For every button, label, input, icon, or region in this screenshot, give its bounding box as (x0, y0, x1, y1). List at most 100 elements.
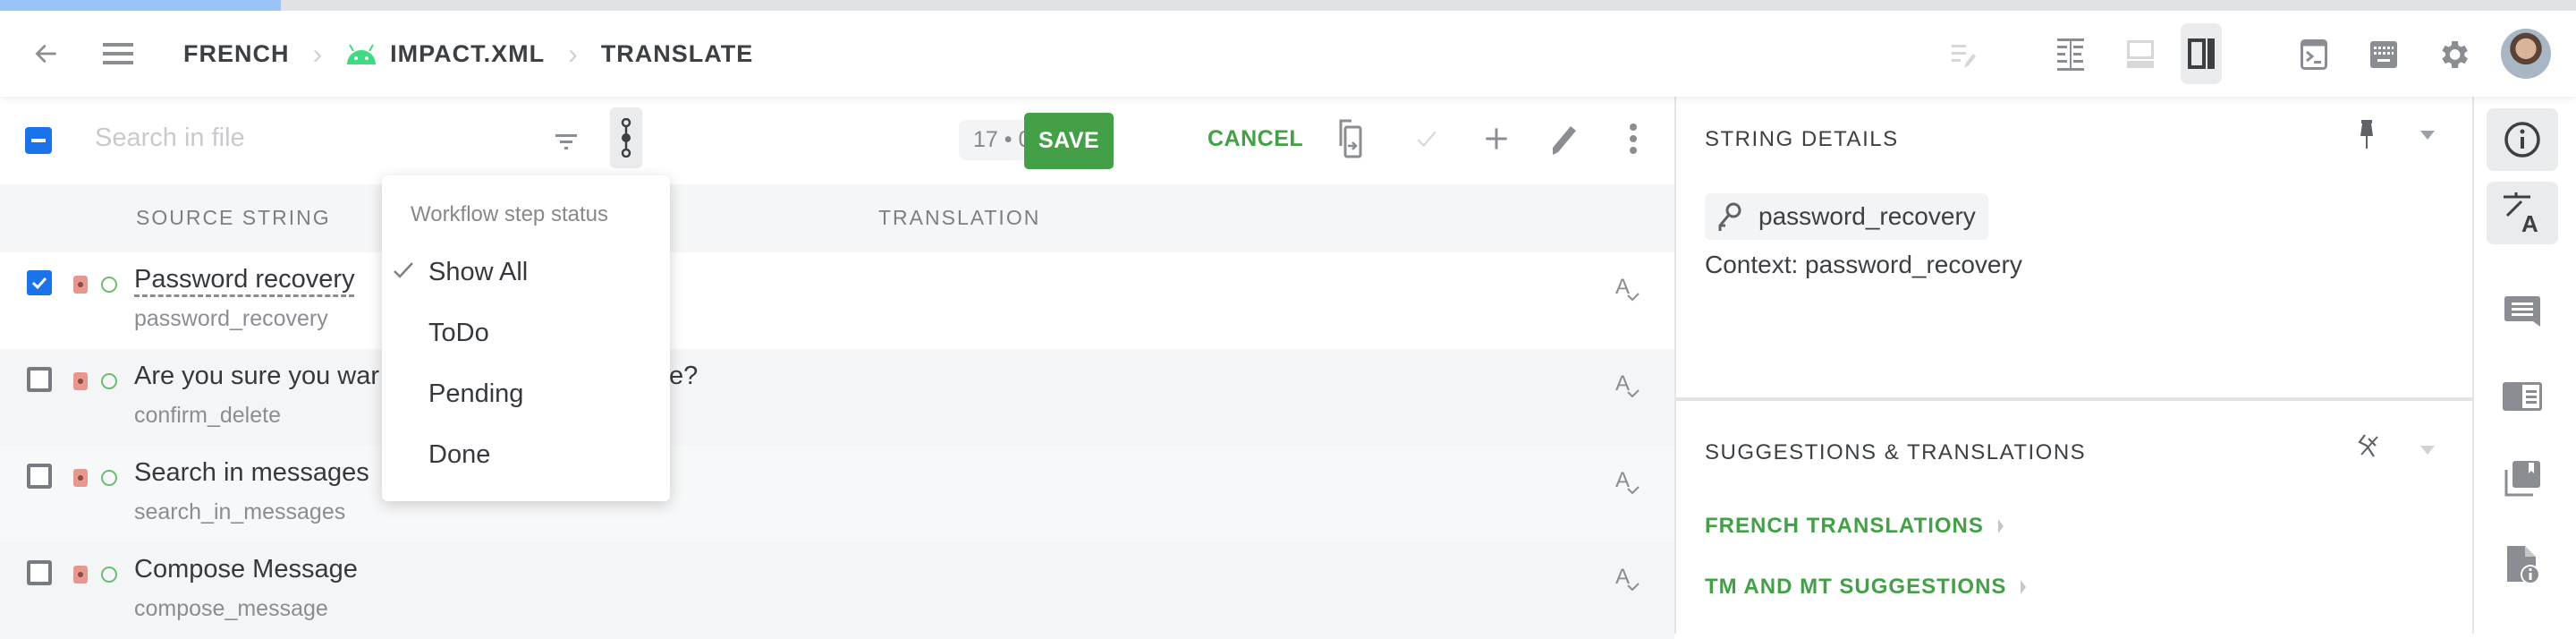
more-options-button[interactable] (1615, 116, 1651, 161)
tm-mt-suggestions-link[interactable]: TM AND MT SUGGESTIONS (1705, 575, 2028, 600)
svg-text:A: A (1615, 565, 1630, 589)
terminal-button[interactable] (2292, 32, 2336, 77)
checkmark-icon (394, 262, 413, 278)
filter-button[interactable] (544, 119, 589, 164)
spellcheck-button[interactable]: A (1615, 467, 1642, 502)
source-text-end: e? (669, 362, 699, 390)
keyboard-icon (2370, 41, 2397, 68)
dropdown-item-done[interactable]: Done (428, 440, 490, 470)
sidebar-layout-icon (2188, 38, 2215, 69)
source-text: Search in messages (134, 458, 369, 487)
add-button[interactable] (1474, 116, 1519, 161)
translation-column-header: TRANSLATION (878, 206, 1041, 229)
rail-glossary-button[interactable] (2487, 365, 2558, 428)
terminal-icon (2301, 39, 2327, 70)
workflow-status-icon (101, 567, 117, 583)
plus-icon (1486, 128, 1507, 149)
file-info-icon (2507, 546, 2539, 584)
breadcrumb-separator: › (312, 38, 323, 70)
breadcrumb-item-language[interactable]: FRENCH (183, 40, 290, 68)
back-button[interactable] (27, 38, 66, 70)
string-row[interactable]: Password recovery password_recovery A (0, 252, 1674, 349)
sidebar-layout-button[interactable] (2181, 23, 2222, 84)
workflow-icon (621, 118, 631, 158)
collapse-chevron-icon[interactable] (2420, 446, 2435, 455)
svg-text:A: A (1615, 275, 1630, 299)
checkmark-icon (1417, 131, 1436, 148)
translation-status-icon (73, 276, 88, 294)
top-bar: FRENCH › IMPACT.XML › TRANSLATE (0, 11, 2576, 97)
translation-status-icon (73, 469, 88, 487)
string-row[interactable]: Are you sure you war e? confirm_delete A (0, 349, 1674, 446)
breadcrumb-item-page: TRANSLATE (600, 40, 754, 67)
side-by-side-layout-icon (2057, 38, 2084, 71)
spellcheck-button[interactable]: A (1615, 371, 1642, 405)
dropdown-item-label: Pending (428, 379, 524, 408)
side-by-side-layout-button[interactable] (2048, 32, 2093, 77)
context-text: Context: password_recovery (1705, 251, 2022, 278)
search-input[interactable] (95, 124, 542, 153)
edit-button[interactable] (1542, 116, 1587, 161)
info-icon (2504, 122, 2540, 158)
spellcheck-icon: A (1615, 565, 1640, 592)
avatar[interactable] (2501, 29, 2551, 79)
collapse-chevron-icon[interactable] (2420, 131, 2435, 140)
dropdown-item-pending[interactable]: Pending (428, 379, 523, 409)
progress-fill (0, 0, 281, 11)
string-row[interactable]: Compose Message compose_message A (0, 542, 1674, 639)
menu-icon (103, 43, 133, 64)
spellcheck-button[interactable]: A (1615, 564, 1642, 599)
pencil-icon (1553, 126, 1576, 155)
row-checkbox[interactable] (27, 367, 52, 392)
glossary-icon (2503, 382, 2542, 411)
row-checkbox[interactable] (27, 464, 52, 489)
menu-button[interactable] (98, 38, 138, 70)
rail-file-info-button[interactable] (2487, 533, 2558, 596)
spellcheck-button[interactable]: A (1615, 274, 1642, 309)
approve-button[interactable] (1404, 116, 1449, 161)
source-text: Compose Message (134, 555, 358, 584)
rail-library-button[interactable] (2487, 447, 2558, 510)
dropdown-item-todo[interactable]: ToDo (428, 319, 489, 348)
settings-button[interactable] (2431, 32, 2476, 77)
breadcrumb-item-file[interactable]: IMPACT.XML (390, 40, 545, 68)
edit-notes-button[interactable] (1943, 32, 1987, 77)
source-text: Password recovery (134, 265, 355, 294)
rail-info-button[interactable] (2487, 108, 2558, 171)
row-checkbox[interactable] (27, 560, 52, 585)
spellcheck-icon: A (1615, 371, 1640, 398)
pin-icon[interactable] (2356, 120, 2377, 150)
source-string-column-header: SOURCE STRING (136, 206, 331, 229)
french-translations-link[interactable]: FRENCH TRANSLATIONS (1705, 514, 2005, 539)
editor-toolbar: 17 • 0 SAVE CANCEL (0, 97, 1674, 184)
loading-progress-bar (0, 0, 2576, 11)
spellcheck-icon: A (1615, 275, 1640, 302)
more-vertical-icon (1630, 124, 1637, 154)
svg-text:A: A (1615, 468, 1630, 492)
save-button[interactable]: SAVE (1024, 113, 1114, 169)
caret-right-icon (1997, 519, 2004, 533)
comment-icon (2504, 296, 2540, 327)
horizontal-layout-button[interactable] (2118, 32, 2163, 77)
workflow-status-dropdown: Workflow step status Show All ToDo Pendi… (382, 175, 670, 501)
row-checkbox[interactable] (27, 270, 52, 295)
panel-divider (1676, 397, 2472, 401)
dropdown-item-label: Show All (428, 258, 529, 286)
keyboard-button[interactable] (2361, 32, 2406, 77)
dropdown-item-show-all[interactable]: Show All (394, 258, 529, 287)
select-all-checkbox[interactable] (25, 127, 52, 154)
copy-source-button[interactable] (1333, 116, 1368, 161)
column-header: SOURCE STRING TRANSLATION (0, 184, 1674, 252)
workflow-status-icon (101, 373, 117, 389)
horizontal-layout-icon (2127, 40, 2154, 68)
link-label: TM AND MT SUGGESTIONS (1705, 575, 2007, 599)
cancel-button[interactable]: CANCEL (1208, 126, 1303, 152)
workflow-status-button[interactable] (610, 107, 642, 168)
rail-translate-button[interactable]: A (2487, 182, 2558, 244)
dropdown-item-label: ToDo (428, 319, 489, 347)
source-text: Are you sure you war (134, 362, 380, 390)
string-key: compose_message (134, 596, 328, 621)
unpin-icon[interactable] (2356, 433, 2381, 460)
rail-comments-button[interactable] (2487, 281, 2558, 344)
string-row[interactable]: Search in messages search_in_messages A (0, 446, 1674, 542)
